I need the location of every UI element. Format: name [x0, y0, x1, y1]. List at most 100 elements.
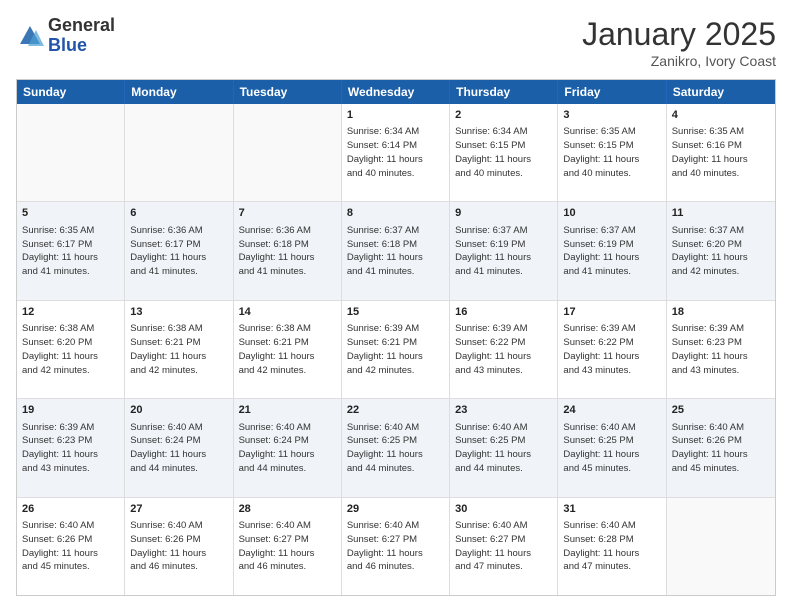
day-number: 31	[563, 502, 660, 517]
day-info: Sunrise: 6:40 AM Sunset: 6:27 PM Dayligh…	[455, 519, 552, 574]
empty-cell	[234, 104, 342, 201]
title-block: January 2025 Zanikro, Ivory Coast	[582, 16, 776, 69]
day-number: 9	[455, 206, 552, 221]
empty-cell	[125, 104, 233, 201]
day-number: 27	[130, 502, 227, 517]
day-number: 6	[130, 206, 227, 221]
day-info: Sunrise: 6:38 AM Sunset: 6:20 PM Dayligh…	[22, 322, 119, 377]
calendar-row: 26Sunrise: 6:40 AM Sunset: 6:26 PM Dayli…	[17, 497, 775, 595]
day-info: Sunrise: 6:36 AM Sunset: 6:18 PM Dayligh…	[239, 224, 336, 279]
day-cell-16: 16 Sunrise: 6:39 AM Sunset: 6:22 PM Dayli…	[450, 301, 558, 398]
weekday-header-saturday: Saturday	[667, 80, 775, 104]
calendar: SundayMondayTuesdayWednesdayThursdayFrid…	[16, 79, 776, 596]
day-number: 20	[130, 403, 227, 418]
day-info: Sunrise: 6:38 AM Sunset: 6:21 PM Dayligh…	[130, 322, 227, 377]
day-number: 25	[672, 403, 770, 418]
header: General Blue January 2025 Zanikro, Ivory…	[16, 16, 776, 69]
day-info: Sunrise: 6:35 AM Sunset: 6:15 PM Dayligh…	[563, 125, 660, 180]
title-month: January 2025	[582, 16, 776, 53]
day-number: 3	[563, 108, 660, 123]
day-number: 18	[672, 305, 770, 320]
day-number: 22	[347, 403, 444, 418]
day-number: 13	[130, 305, 227, 320]
day-info: Sunrise: 6:37 AM Sunset: 6:19 PM Dayligh…	[455, 224, 552, 279]
weekday-header-monday: Monday	[125, 80, 233, 104]
weekday-header-wednesday: Wednesday	[342, 80, 450, 104]
day-number: 10	[563, 206, 660, 221]
day-cell-22: 22Sunrise: 6:40 AM Sunset: 6:25 PM Dayli…	[342, 399, 450, 496]
day-number: 7	[239, 206, 336, 221]
day-number: 21	[239, 403, 336, 418]
day-info: Sunrise: 6:34 AM Sunset: 6:15 PM Dayligh…	[455, 125, 552, 180]
day-cell-17: 17 Sunrise: 6:39 AM Sunset: 6:22 PM Dayli…	[558, 301, 666, 398]
weekday-header-thursday: Thursday	[450, 80, 558, 104]
calendar-row: 1 Sunrise: 6:34 AM Sunset: 6:14 PM Daylig…	[17, 104, 775, 201]
day-number: 23	[455, 403, 552, 418]
day-cell-18: 18 Sunrise: 6:39 AM Sunset: 6:23 PM Dayli…	[667, 301, 775, 398]
day-cell-27: 27Sunrise: 6:40 AM Sunset: 6:26 PM Dayli…	[125, 498, 233, 595]
day-info: Sunrise: 6:37 AM Sunset: 6:19 PM Dayligh…	[563, 224, 660, 279]
day-cell-31: 31 Sunrise: 6:40 AM Sunset: 6:28 PM Dayli…	[558, 498, 666, 595]
day-cell-12: 12 Sunrise: 6:38 AM Sunset: 6:20 PM Dayli…	[17, 301, 125, 398]
logo-icon	[16, 22, 44, 50]
day-info: Sunrise: 6:37 AM Sunset: 6:20 PM Dayligh…	[672, 224, 770, 279]
empty-cell	[667, 498, 775, 595]
day-number: 15	[347, 305, 444, 320]
day-cell-2: 2 Sunrise: 6:34 AM Sunset: 6:15 PM Daylig…	[450, 104, 558, 201]
day-info: Sunrise: 6:39 AM Sunset: 6:23 PM Dayligh…	[672, 322, 770, 377]
day-info: Sunrise: 6:36 AM Sunset: 6:17 PM Dayligh…	[130, 224, 227, 279]
day-cell-6: 6 Sunrise: 6:36 AM Sunset: 6:17 PM Daylig…	[125, 202, 233, 299]
weekday-header-friday: Friday	[558, 80, 666, 104]
day-number: 30	[455, 502, 552, 517]
day-info: Sunrise: 6:35 AM Sunset: 6:16 PM Dayligh…	[672, 125, 770, 180]
title-location: Zanikro, Ivory Coast	[582, 53, 776, 69]
day-cell-11: 11Sunrise: 6:37 AM Sunset: 6:20 PM Dayli…	[667, 202, 775, 299]
day-info: Sunrise: 6:40 AM Sunset: 6:24 PM Dayligh…	[130, 421, 227, 476]
day-cell-7: 7 Sunrise: 6:36 AM Sunset: 6:18 PM Daylig…	[234, 202, 342, 299]
day-cell-1: 1 Sunrise: 6:34 AM Sunset: 6:14 PM Daylig…	[342, 104, 450, 201]
calendar-row: 5Sunrise: 6:35 AM Sunset: 6:17 PM Daylig…	[17, 201, 775, 299]
day-cell-14: 14Sunrise: 6:38 AM Sunset: 6:21 PM Dayli…	[234, 301, 342, 398]
day-number: 24	[563, 403, 660, 418]
day-number: 4	[672, 108, 770, 123]
day-info: Sunrise: 6:37 AM Sunset: 6:18 PM Dayligh…	[347, 224, 444, 279]
day-info: Sunrise: 6:39 AM Sunset: 6:21 PM Dayligh…	[347, 322, 444, 377]
day-cell-23: 23 Sunrise: 6:40 AM Sunset: 6:25 PM Dayli…	[450, 399, 558, 496]
day-info: Sunrise: 6:40 AM Sunset: 6:25 PM Dayligh…	[455, 421, 552, 476]
calendar-header: SundayMondayTuesdayWednesdayThursdayFrid…	[17, 80, 775, 104]
day-cell-8: 8 Sunrise: 6:37 AM Sunset: 6:18 PM Daylig…	[342, 202, 450, 299]
calendar-body: 1 Sunrise: 6:34 AM Sunset: 6:14 PM Daylig…	[17, 104, 775, 595]
calendar-row: 12 Sunrise: 6:38 AM Sunset: 6:20 PM Dayli…	[17, 300, 775, 398]
day-info: Sunrise: 6:34 AM Sunset: 6:14 PM Dayligh…	[347, 125, 444, 180]
day-info: Sunrise: 6:40 AM Sunset: 6:25 PM Dayligh…	[563, 421, 660, 476]
day-info: Sunrise: 6:40 AM Sunset: 6:28 PM Dayligh…	[563, 519, 660, 574]
logo-general: General	[48, 15, 115, 35]
day-number: 8	[347, 206, 444, 221]
day-info: Sunrise: 6:39 AM Sunset: 6:22 PM Dayligh…	[563, 322, 660, 377]
day-number: 2	[455, 108, 552, 123]
day-info: Sunrise: 6:40 AM Sunset: 6:27 PM Dayligh…	[347, 519, 444, 574]
logo: General Blue	[16, 16, 115, 56]
day-number: 1	[347, 108, 444, 123]
logo-blue: Blue	[48, 35, 87, 55]
day-info: Sunrise: 6:39 AM Sunset: 6:22 PM Dayligh…	[455, 322, 552, 377]
day-info: Sunrise: 6:38 AM Sunset: 6:21 PM Dayligh…	[239, 322, 336, 377]
day-cell-3: 3 Sunrise: 6:35 AM Sunset: 6:15 PM Daylig…	[558, 104, 666, 201]
day-number: 17	[563, 305, 660, 320]
day-cell-25: 25 Sunrise: 6:40 AM Sunset: 6:26 PM Dayli…	[667, 399, 775, 496]
day-info: Sunrise: 6:40 AM Sunset: 6:24 PM Dayligh…	[239, 421, 336, 476]
day-cell-28: 28Sunrise: 6:40 AM Sunset: 6:27 PM Dayli…	[234, 498, 342, 595]
day-cell-24: 24 Sunrise: 6:40 AM Sunset: 6:25 PM Dayli…	[558, 399, 666, 496]
day-info: Sunrise: 6:40 AM Sunset: 6:26 PM Dayligh…	[672, 421, 770, 476]
day-number: 19	[22, 403, 119, 418]
day-cell-26: 26Sunrise: 6:40 AM Sunset: 6:26 PM Dayli…	[17, 498, 125, 595]
day-info: Sunrise: 6:40 AM Sunset: 6:26 PM Dayligh…	[22, 519, 119, 574]
day-number: 16	[455, 305, 552, 320]
day-info: Sunrise: 6:39 AM Sunset: 6:23 PM Dayligh…	[22, 421, 119, 476]
day-cell-4: 4 Sunrise: 6:35 AM Sunset: 6:16 PM Daylig…	[667, 104, 775, 201]
page: General Blue January 2025 Zanikro, Ivory…	[0, 0, 792, 612]
day-cell-30: 30 Sunrise: 6:40 AM Sunset: 6:27 PM Dayli…	[450, 498, 558, 595]
day-number: 12	[22, 305, 119, 320]
day-cell-9: 9 Sunrise: 6:37 AM Sunset: 6:19 PM Daylig…	[450, 202, 558, 299]
day-cell-21: 21 Sunrise: 6:40 AM Sunset: 6:24 PM Dayli…	[234, 399, 342, 496]
